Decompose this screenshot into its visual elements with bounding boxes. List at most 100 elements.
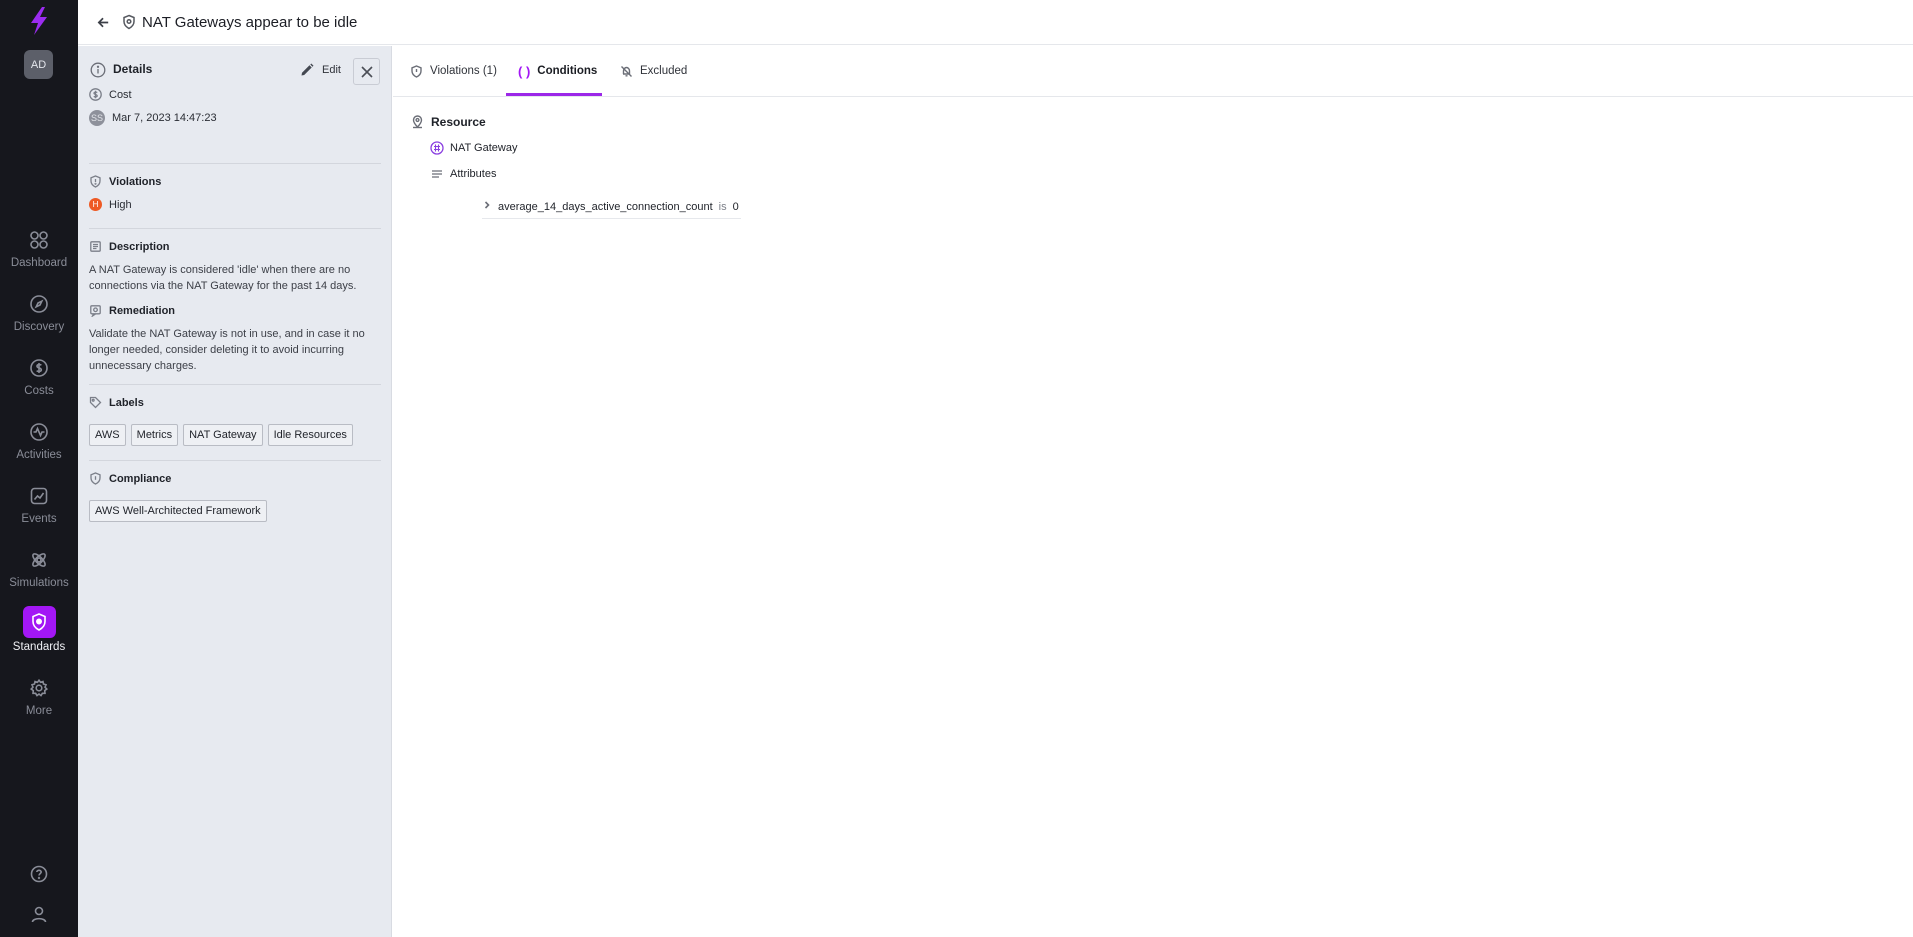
labels-label: Labels [109, 396, 144, 409]
tab-label: Violations (1) [430, 65, 497, 77]
description-text: A NAT Gateway is considered 'idle' when … [89, 264, 357, 292]
resource-type-row[interactable]: NAT Gateway [430, 141, 517, 155]
user-avatar[interactable]: AD [24, 50, 53, 79]
nav-label: Events [21, 513, 57, 525]
shield-icon [22, 606, 56, 638]
page-title: NAT Gateways appear to be idle [142, 13, 358, 31]
divider [89, 460, 381, 461]
violations-row: Violations [89, 175, 161, 188]
attributes-label: Attributes [450, 168, 497, 180]
condition-value: 0 [732, 200, 739, 213]
details-header: Details Edit [78, 58, 392, 85]
nav-item-dashboard[interactable]: Dashboard [0, 226, 78, 282]
remediation-icon [89, 304, 102, 317]
nav-item-costs[interactable]: Costs [0, 354, 78, 410]
nav-label: More [25, 705, 53, 717]
description-label: Description [109, 240, 170, 253]
dashboard-icon [25, 226, 53, 254]
cost-label: Cost [109, 88, 132, 101]
violations-label: Violations [109, 175, 162, 188]
details-title: Details [113, 62, 153, 76]
resource-heading: Resource [410, 114, 486, 129]
close-icon [360, 65, 373, 78]
page-header: NAT Gateways appear to be idle [78, 0, 1913, 45]
nat-gateway-icon [430, 141, 444, 155]
braces-icon: ( ) [518, 63, 531, 79]
description-heading: Description [89, 240, 170, 253]
severity-row: H High [89, 198, 132, 211]
nav-item-standards[interactable]: Standards [0, 606, 78, 662]
severity-label: High [109, 198, 132, 211]
severity-badge: H [89, 198, 102, 211]
shield-alert-icon [89, 175, 102, 188]
owner-avatar: SS [89, 110, 105, 126]
dollar-icon [89, 88, 102, 101]
simulations-icon [25, 546, 53, 574]
divider [89, 384, 381, 385]
compass-icon [25, 290, 53, 318]
tab-bar: Violations (1) ( ) Conditions Excluded [393, 46, 1913, 97]
compliance-list: AWS Well-Architected Framework [89, 500, 267, 522]
dollar-icon [25, 354, 53, 382]
compliance-heading: Compliance [89, 472, 171, 485]
nav-item-simulations[interactable]: Simulations [0, 546, 78, 602]
remediation-label: Remediation [109, 304, 176, 317]
tab-conditions[interactable]: ( ) Conditions [518, 46, 597, 96]
edit-label: Edit [322, 64, 341, 76]
condition-operator: is [718, 200, 727, 213]
nav-item-discovery[interactable]: Discovery [0, 290, 78, 346]
cost-owner-row: SS Mar 7, 2023 14:47:23 [89, 110, 217, 126]
chevron-right-icon[interactable] [482, 200, 492, 213]
tab-excluded[interactable]: Excluded [620, 46, 687, 96]
nav-label: Activities [16, 449, 62, 461]
nav-item-events[interactable]: Events [0, 482, 78, 538]
nav-label: Costs [24, 385, 54, 397]
activity-icon [25, 418, 53, 446]
tag-icon [89, 396, 102, 409]
cost-timestamp: Mar 7, 2023 14:47:23 [112, 112, 217, 124]
nav-label: Simulations [9, 577, 69, 589]
labels-list: AWS Metrics NAT Gateway Idle Resources [89, 424, 353, 446]
divider [89, 228, 381, 229]
tab-label: Excluded [640, 65, 688, 77]
resource-heading-label: Resource [431, 114, 486, 129]
close-button[interactable] [353, 58, 380, 85]
bell-off-icon [621, 65, 632, 77]
label-chip[interactable]: Metrics [130, 424, 179, 446]
nav-rail: AD Dashboard Discovery Costs Activities … [0, 0, 78, 937]
attributes-row: Attributes [430, 167, 496, 181]
labels-heading: Labels [89, 396, 144, 409]
app-logo-icon[interactable] [25, 6, 53, 36]
attribute-condition-row[interactable]: average_14_days_active_connection_count … [482, 195, 741, 219]
remediation-heading: Remediation [89, 304, 175, 317]
user-profile-icon[interactable] [27, 902, 51, 926]
shield-alert-icon [411, 64, 422, 78]
remediation-text: Validate the NAT Gateway is not in use, … [89, 328, 365, 372]
tab-violations[interactable]: Violations (1) [410, 46, 497, 96]
location-pin-icon [412, 115, 423, 129]
gear-icon [25, 674, 53, 702]
compliance-label: Compliance [109, 472, 172, 485]
condition-attribute: average_14_days_active_connection_count [498, 200, 713, 213]
list-icon [432, 170, 442, 178]
details-panel: Details Edit Cost SS Mar 7, 2023 14:47:2… [78, 46, 392, 937]
compliance-chip[interactable]: AWS Well-Architected Framework [89, 500, 267, 522]
divider [89, 163, 381, 164]
label-chip[interactable]: Idle Resources [267, 424, 353, 446]
info-icon [90, 62, 106, 78]
active-tab-indicator [506, 93, 602, 96]
nav-label: Standards [12, 641, 66, 653]
nav-label: Discovery [13, 321, 65, 333]
back-button[interactable] [92, 11, 114, 33]
tab-label: Conditions [537, 65, 598, 77]
resource-type-label: NAT Gateway [450, 142, 518, 154]
label-chip[interactable]: AWS [89, 424, 126, 446]
edit-button[interactable]: Edit [300, 59, 341, 81]
nav-item-more[interactable]: More [0, 674, 78, 730]
label-chip[interactable]: NAT Gateway [183, 424, 263, 446]
nav-label: Dashboard [10, 257, 68, 269]
help-icon[interactable] [27, 862, 51, 886]
compliance-shield-icon [89, 472, 102, 485]
pencil-icon [301, 63, 314, 76]
nav-item-activities[interactable]: Activities [0, 418, 78, 474]
